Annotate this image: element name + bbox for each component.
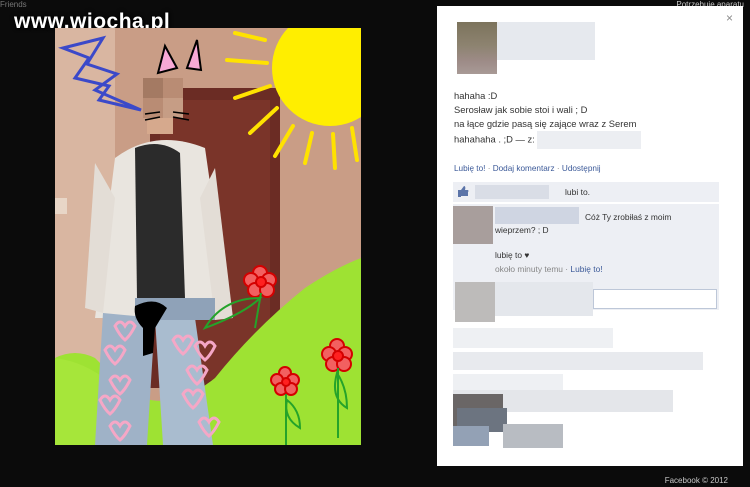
- post-line-2: Serosław jak sobie stoi i wali ; D: [454, 104, 588, 115]
- comment-like-link[interactable]: Lubię to!: [570, 264, 602, 274]
- photo[interactable]: [55, 28, 361, 445]
- close-icon[interactable]: ×: [726, 11, 733, 25]
- separator: ·: [565, 264, 569, 274]
- add-comment-link[interactable]: Dodaj komentarz: [493, 164, 555, 173]
- comment-time: około minuty temu: [495, 264, 563, 274]
- commenter-avatar[interactable]: [453, 206, 493, 244]
- separator: ·: [487, 164, 491, 173]
- post-text: hahaha :D Serosław jak sobie stoi i wali…: [454, 89, 724, 149]
- liker-name-redacted[interactable]: [475, 185, 549, 199]
- current-user-avatar: [455, 282, 495, 322]
- post-line-3: na łące gdzie pasą się zające wraz z Ser…: [454, 118, 637, 129]
- comment-text: Cóż Ty zrobiłaś z moim wieprzem? ; D: [495, 211, 715, 237]
- comment: Cóż Ty zrobiłaś z moim wieprzem? ; D lub…: [453, 204, 719, 322]
- photo-details-panel: × hahaha :D Serosław jak sobie stoi i wa…: [437, 6, 743, 466]
- comment-extra-line: lubię to ♥: [495, 250, 530, 260]
- thumbs-up-icon: [458, 186, 469, 197]
- post-actions: Lubię to! · Dodaj komentarz · Udostępnij: [454, 164, 601, 173]
- comment-line-2: wieprzem? ; D: [495, 225, 549, 235]
- photo-drawing: [55, 28, 361, 445]
- post-line-1: hahaha :D: [454, 90, 498, 101]
- share-link[interactable]: Udostępnij: [562, 164, 601, 173]
- like-link[interactable]: Lubię to!: [454, 164, 485, 173]
- write-comment-redacted: [495, 282, 593, 316]
- likes-summary: lubi to.: [453, 182, 719, 202]
- comment-meta: około minuty temu · Lubię to!: [495, 264, 603, 274]
- comment-line-1: Cóż Ty zrobiłaś z moim: [585, 212, 672, 222]
- comment-input[interactable]: [593, 289, 717, 309]
- author-avatar[interactable]: [457, 22, 497, 74]
- post-line-4-text: hahahaha . ;D — z:: [454, 133, 535, 145]
- separator: ·: [556, 164, 560, 173]
- likes-text: lubi to.: [565, 187, 591, 197]
- post-line-4: hahahaha . ;D — z:: [454, 131, 724, 149]
- page-fragment-top-left: Friends: [0, 0, 27, 9]
- page-fragment-bottom-right: Facebook © 2012: [664, 476, 728, 485]
- author-name-redacted[interactable]: [497, 22, 595, 60]
- tagged-user-redacted[interactable]: [536, 131, 641, 149]
